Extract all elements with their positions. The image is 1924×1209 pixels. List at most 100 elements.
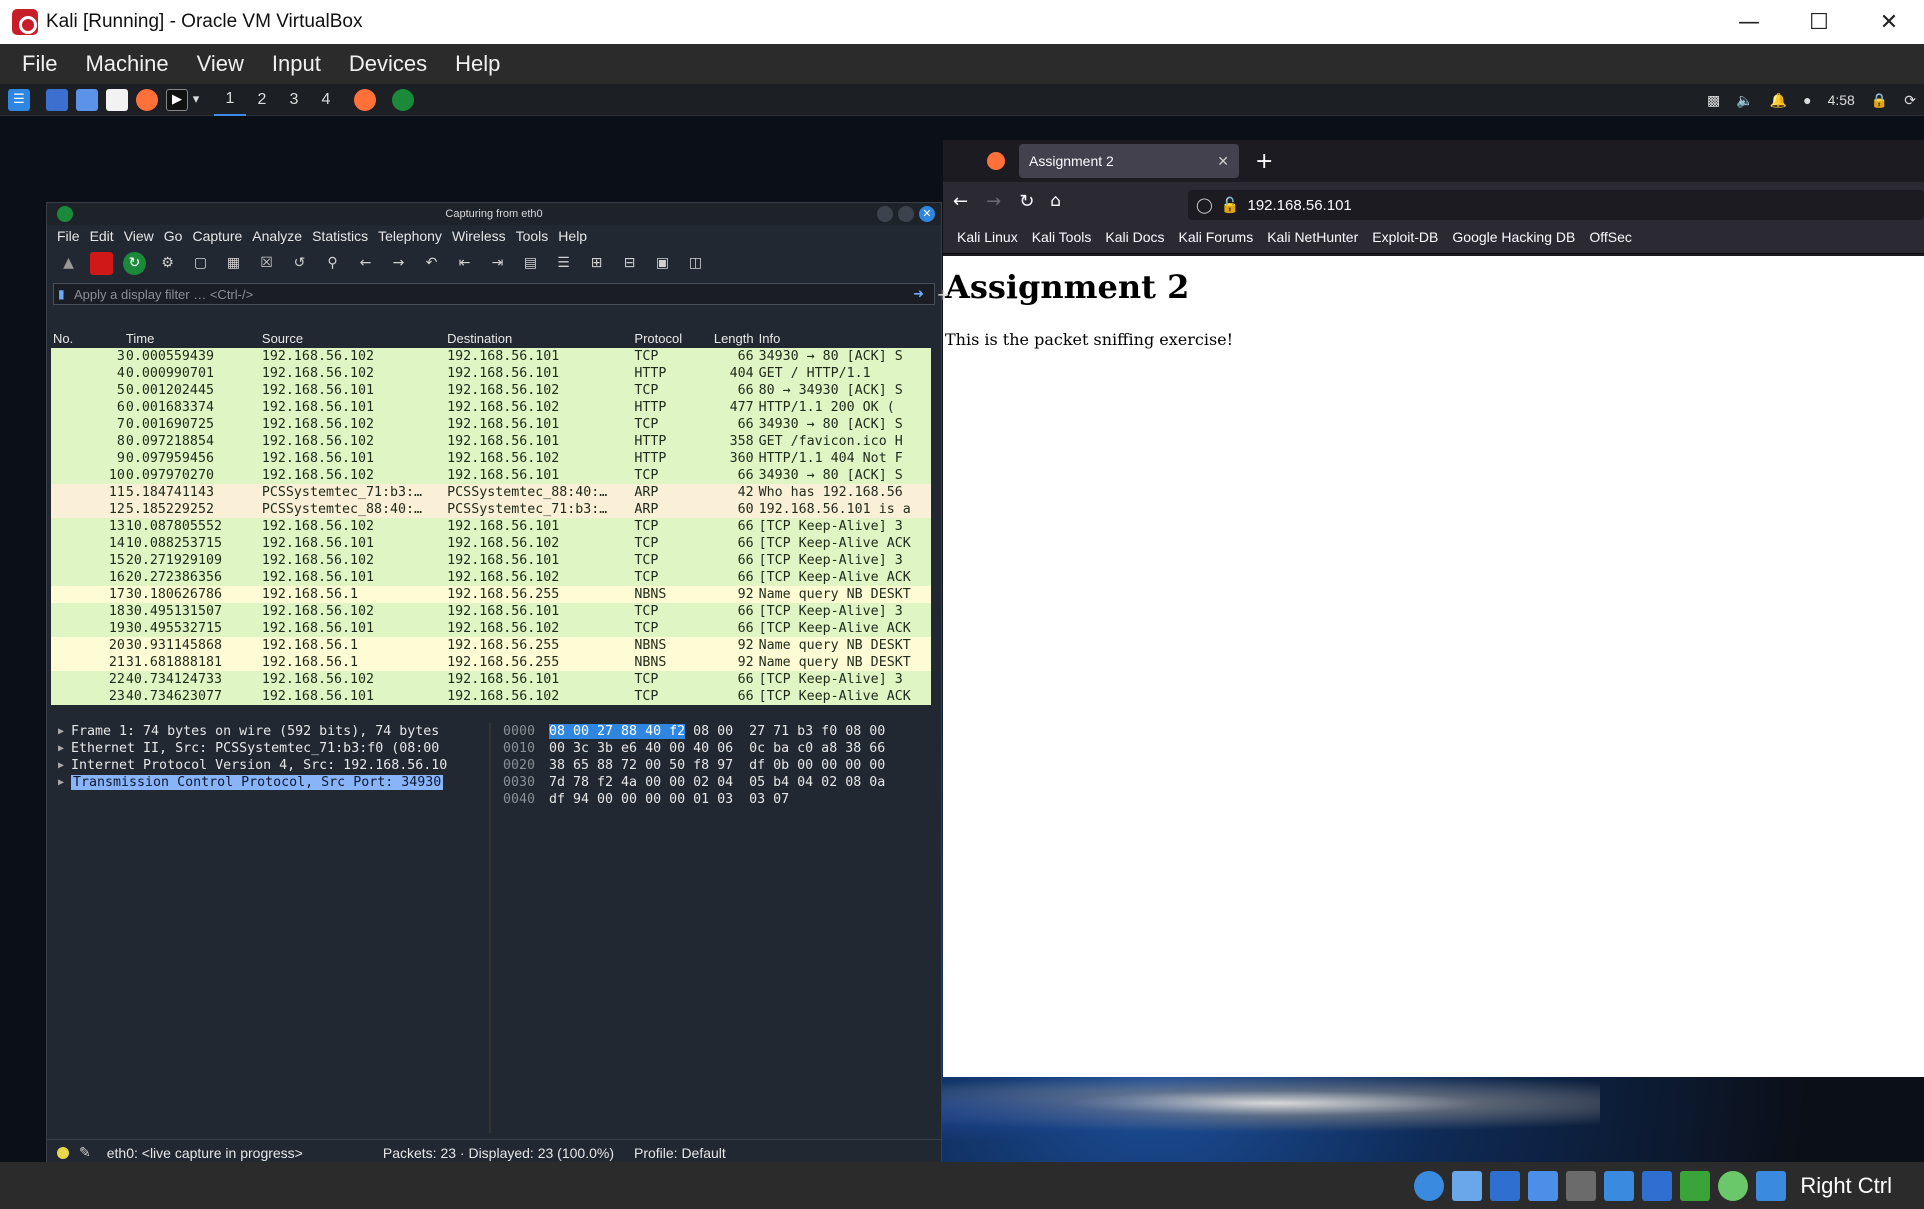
kali-menu-icon[interactable]: ☰ bbox=[8, 88, 30, 111]
apply-filter-icon[interactable]: ➜ bbox=[913, 287, 924, 302]
hex-row[interactable]: 0040 df 94 00 00 00 00 01 03 03 07 bbox=[497, 791, 937, 808]
workspace-1[interactable]: 1 bbox=[214, 84, 246, 116]
autoscroll-icon[interactable]: ▤ bbox=[519, 252, 542, 275]
packet-list[interactable]: No. Time Source Destination Protocol Len… bbox=[51, 329, 931, 705]
video-capture-icon[interactable] bbox=[1642, 1170, 1673, 1201]
ws-menu-capture[interactable]: Capture bbox=[192, 228, 242, 244]
resize-columns-icon[interactable]: ◫ bbox=[684, 252, 707, 275]
lock-icon[interactable]: 🔒 bbox=[1871, 92, 1888, 109]
col-info[interactable]: Info bbox=[754, 331, 931, 346]
ws-menu-file[interactable]: File bbox=[57, 228, 80, 244]
col-no[interactable]: No. bbox=[51, 331, 125, 346]
normal-size-icon[interactable]: ▣ bbox=[651, 252, 674, 275]
ws-minimize-icon[interactable] bbox=[877, 206, 893, 222]
notification-bell-icon[interactable]: 🔔 bbox=[1770, 92, 1787, 109]
menu-machine[interactable]: Machine bbox=[85, 51, 168, 77]
firefox-view-icon[interactable] bbox=[987, 152, 1005, 170]
reload-file-icon[interactable]: ↺ bbox=[288, 252, 311, 275]
maximize-icon[interactable]: ☐ bbox=[1784, 0, 1854, 44]
back-icon[interactable]: ← bbox=[953, 191, 968, 212]
expand-arrow-icon[interactable]: ▶ bbox=[51, 726, 71, 737]
bookmark-kali-tools[interactable]: Kali Tools bbox=[1032, 229, 1092, 245]
ws-maximize-icon[interactable] bbox=[898, 206, 914, 222]
url-text[interactable]: 192.168.56.101 bbox=[1247, 197, 1351, 214]
show-desktop-icon[interactable] bbox=[46, 88, 68, 111]
go-back-icon[interactable]: ← bbox=[354, 252, 377, 275]
workspace-2[interactable]: 2 bbox=[246, 84, 278, 116]
detail-frame[interactable]: ▶ Frame 1: 74 bytes on wire (592 bits), 7… bbox=[51, 723, 489, 740]
network-icon[interactable] bbox=[1490, 1170, 1521, 1201]
capture-options-icon[interactable]: ⚙ bbox=[156, 252, 179, 275]
close-icon[interactable]: ✕ bbox=[1854, 0, 1924, 44]
col-destination[interactable]: Destination bbox=[443, 331, 630, 346]
detail-tcp[interactable]: ▶ Transmission Control Protocol, Src Port… bbox=[51, 774, 489, 791]
shared-folder-icon[interactable] bbox=[1566, 1170, 1597, 1201]
go-to-packet-icon[interactable]: ↶ bbox=[420, 252, 443, 275]
display-icon[interactable] bbox=[1604, 1170, 1635, 1201]
workspace-4[interactable]: 4 bbox=[310, 84, 342, 116]
packet-row[interactable]: 6 0.001683374 192.168.56.101 192.168.56.102… bbox=[51, 399, 931, 416]
power-icon[interactable]: ● bbox=[1803, 92, 1811, 108]
logout-icon[interactable]: ⟳ bbox=[1904, 92, 1916, 109]
ws-menu-help[interactable]: Help bbox=[558, 228, 587, 244]
packet-row[interactable]: 22 40.734124733 192.168.56.102 192.168.56.1… bbox=[51, 671, 931, 688]
packet-row[interactable]: 13 10.087805552 192.168.56.102 192.168.56.1… bbox=[51, 518, 931, 535]
packet-row[interactable]: 9 0.097959456 192.168.56.101 192.168.56.102… bbox=[51, 450, 931, 467]
packet-row[interactable]: 14 10.088253715 192.168.56.101 192.168.56.1… bbox=[51, 535, 931, 552]
display-filter-input[interactable]: ▮ Apply a display filter … <Ctrl-/> ➜ + bbox=[53, 283, 950, 305]
save-file-icon[interactable]: ▦ bbox=[222, 252, 245, 275]
expert-info-icon[interactable] bbox=[57, 1146, 69, 1159]
filter-placeholder[interactable]: Apply a display filter … <Ctrl-/> bbox=[74, 287, 253, 302]
start-capture-icon[interactable]: ▲ bbox=[57, 252, 80, 275]
packet-row[interactable]: 11 5.184741143 PCSSystemtec_71:b3:… PCSSyst… bbox=[51, 484, 931, 501]
packet-row[interactable]: 12 5.185229252 PCSSystemtec_88:40:… PCSSyst… bbox=[51, 501, 931, 518]
packet-row[interactable]: 8 0.097218854 192.168.56.102 192.168.56.101… bbox=[51, 433, 931, 450]
menu-view[interactable]: View bbox=[197, 51, 244, 77]
ws-menu-view[interactable]: View bbox=[124, 228, 154, 244]
menu-help[interactable]: Help bbox=[455, 51, 500, 77]
packet-row[interactable]: 4 0.000990701 192.168.56.102 192.168.56.101… bbox=[51, 365, 931, 382]
hex-row[interactable]: 0000 08 00 27 88 40 f2 08 00 27 71 b3 f0 … bbox=[497, 723, 937, 740]
new-tab-icon[interactable]: + bbox=[1255, 149, 1273, 174]
last-packet-icon[interactable]: ⇥ bbox=[486, 252, 509, 275]
url-bar[interactable]: ◯ 🔓 192.168.56.101 bbox=[1188, 190, 1924, 220]
ws-menu-statistics[interactable]: Statistics bbox=[312, 228, 368, 244]
expand-arrow-icon[interactable]: ▶ bbox=[51, 777, 71, 788]
mouse-integration-icon[interactable] bbox=[1718, 1170, 1749, 1201]
bookmark-kali-nethunter[interactable]: Kali NetHunter bbox=[1267, 229, 1358, 245]
minimize-icon[interactable]: — bbox=[1714, 0, 1784, 44]
taskbar-wireshark-icon[interactable] bbox=[392, 88, 414, 111]
status-profile[interactable]: Profile: Default bbox=[634, 1145, 726, 1161]
keyboard-capture-icon[interactable] bbox=[1756, 1170, 1787, 1201]
audio-icon[interactable] bbox=[1452, 1170, 1483, 1201]
packet-row[interactable]: 7 0.001690725 192.168.56.102 192.168.56.101… bbox=[51, 416, 931, 433]
ws-menu-wireless[interactable]: Wireless bbox=[452, 228, 506, 244]
tab-assignment-2[interactable]: Assignment 2 ✕ bbox=[1019, 144, 1239, 178]
capture-comment-icon[interactable]: ✎ bbox=[79, 1144, 91, 1161]
volume-icon[interactable]: 🔈 bbox=[1736, 92, 1753, 109]
packet-row[interactable]: 16 20.272386356 192.168.56.101 192.168.56.1… bbox=[51, 569, 931, 586]
bookmark-exploit-db[interactable]: Exploit-DB bbox=[1372, 229, 1438, 245]
usb-icon[interactable] bbox=[1528, 1170, 1559, 1201]
cpu-icon[interactable] bbox=[1680, 1170, 1711, 1201]
stop-capture-icon[interactable] bbox=[90, 251, 113, 275]
tab-close-icon[interactable]: ✕ bbox=[1217, 153, 1229, 170]
bookmark-kali-forums[interactable]: Kali Forums bbox=[1179, 229, 1254, 245]
file-manager-icon[interactable] bbox=[76, 88, 98, 111]
first-packet-icon[interactable]: ⇤ bbox=[453, 252, 476, 275]
menu-file[interactable]: File bbox=[22, 51, 57, 77]
packet-row[interactable]: 20 30.931145868 192.168.56.1 192.168.56.255… bbox=[51, 637, 931, 654]
shield-icon[interactable]: ◯ bbox=[1196, 196, 1213, 214]
terminal-icon[interactable]: ▶ bbox=[166, 88, 188, 111]
packet-row[interactable]: 15 20.271929109 192.168.56.102 192.168.56.1… bbox=[51, 552, 931, 569]
col-length[interactable]: Length bbox=[699, 331, 754, 346]
menu-devices[interactable]: Devices bbox=[349, 51, 427, 77]
ws-close-icon[interactable]: ✕ bbox=[919, 206, 935, 222]
packet-row[interactable]: 3 0.000559439 192.168.56.102 192.168.56.101… bbox=[51, 348, 931, 365]
chevron-down-icon[interactable]: ▾ bbox=[190, 89, 202, 111]
restart-capture-icon[interactable]: ↻ bbox=[123, 251, 146, 275]
optical-drive-icon[interactable] bbox=[1414, 1170, 1445, 1201]
hex-row[interactable]: 0010 00 3c 3b e6 40 00 40 06 0c ba c0 a8 … bbox=[497, 740, 937, 757]
ws-menu-analyze[interactable]: Analyze bbox=[252, 228, 302, 244]
add-filter-icon[interactable]: + bbox=[937, 285, 950, 304]
